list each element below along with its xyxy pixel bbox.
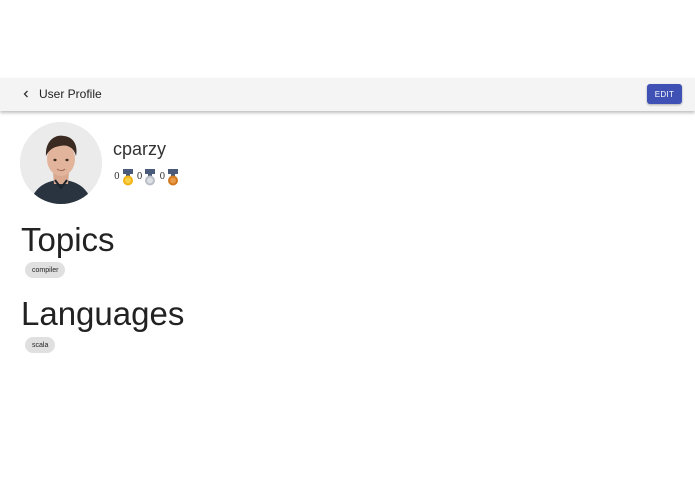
avatar	[20, 122, 102, 204]
bronze-badge-count: 0	[159, 172, 166, 182]
back-button[interactable]	[18, 86, 34, 102]
avatar-photo	[20, 122, 102, 204]
topic-chip[interactable]: compiler	[25, 262, 66, 278]
page-title: User Profile	[39, 87, 102, 101]
silver-badge-count: 0	[136, 172, 143, 182]
topics-heading: Topics	[21, 221, 115, 258]
language-chip[interactable]: scala	[25, 337, 56, 353]
edit-button[interactable]: EDIT	[647, 84, 682, 104]
bronze-medal-icon	[168, 169, 179, 186]
chevron-left-icon	[23, 90, 28, 98]
app-bar: User Profile EDIT	[0, 78, 695, 111]
gold-badge-count: 0	[114, 172, 120, 182]
silver-medal-icon	[145, 169, 156, 186]
username: cparzy	[113, 139, 167, 159]
languages-heading: Languages	[21, 295, 185, 332]
gold-medal-icon	[122, 169, 133, 186]
profile-card: cparzy 0 0 0 Topics compiler Languages s…	[0, 111, 695, 417]
badge-row: 0 0 0	[114, 168, 182, 186]
